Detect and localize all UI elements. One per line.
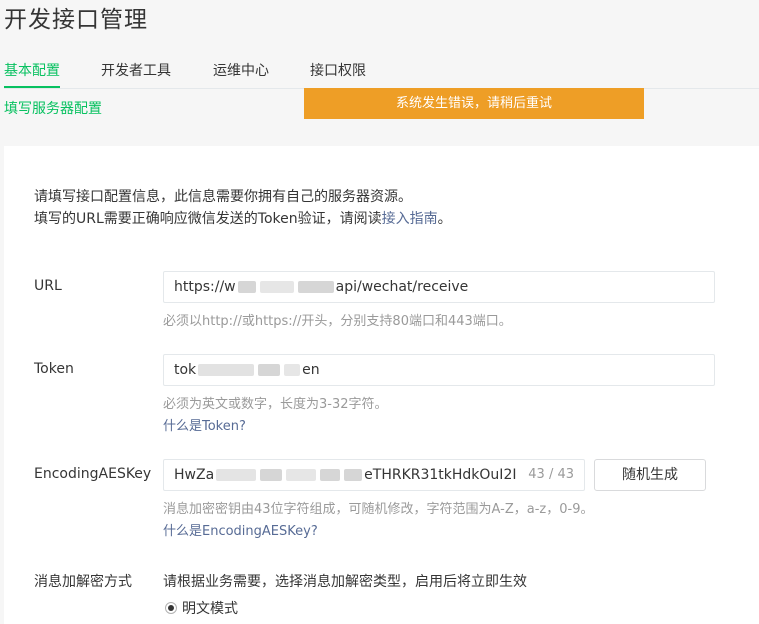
redacted-mark <box>216 469 257 481</box>
access-guide-link[interactable]: 接入指南 <box>382 211 438 227</box>
url-value-start: https://w <box>174 279 236 295</box>
intro-line-2: 填写的URL需要正确响应微信发送的Token验证，请阅读接入指南。 <box>34 208 452 230</box>
redacted-mark <box>258 364 281 376</box>
config-card: 请填写接口配置信息，此信息需要你拥有自己的服务器资源。 填写的URL需要正确响应… <box>4 146 759 624</box>
redacted-mark <box>297 281 334 293</box>
redacted-mark <box>320 469 341 481</box>
token-value-start: tok <box>174 362 197 378</box>
token-input[interactable]: tok en <box>163 354 715 386</box>
url-value-end: api/wechat/receive <box>335 279 469 295</box>
redacted-mark <box>198 364 255 376</box>
token-value-end: en <box>302 362 320 378</box>
random-generate-button[interactable]: 随机生成 <box>594 459 706 491</box>
aes-key-input[interactable]: HwZa eTHRKR31tkHdkOuI2I 43 / 43 <box>163 459 585 491</box>
redacted-mark <box>344 469 363 481</box>
what-is-token-link[interactable]: 什么是Token? <box>163 415 246 434</box>
intro-line-1: 请填写接口配置信息，此信息需要你拥有自己的服务器资源。 <box>34 189 412 205</box>
tab-api-permissions[interactable]: 接口权限 <box>310 60 366 86</box>
tab-basic-config[interactable]: 基本配置 <box>4 60 60 88</box>
redacted-mark <box>286 469 317 481</box>
redacted-mark <box>259 281 294 293</box>
error-toast: 系统发生错误，请稍后重试 <box>304 88 644 119</box>
tab-bar: 基本配置 开发者工具 运维中心 接口权限 <box>4 58 759 89</box>
redacted-mark <box>260 469 283 481</box>
encryption-mode-label: 消息加解密方式 <box>34 574 132 590</box>
token-label: Token <box>34 361 74 377</box>
redacted-mark <box>237 281 256 293</box>
aes-key-hint: 消息加密密钥由43位字符组成，可随机修改，字符范围为A-Z，a-z，0-9。 <box>163 502 594 517</box>
page-title: 开发接口管理 <box>4 7 148 33</box>
aes-key-char-counter: 43 / 43 <box>522 460 574 490</box>
what-is-aes-key-link[interactable]: 什么是EncodingAESKey? <box>163 520 318 539</box>
tab-ops-center[interactable]: 运维中心 <box>213 60 269 86</box>
radio-selected-icon[interactable] <box>165 602 177 614</box>
plaintext-mode-label: 明文模式 <box>182 601 238 617</box>
intro-text: 请填写接口配置信息，此信息需要你拥有自己的服务器资源。 填写的URL需要正确响应… <box>34 186 452 230</box>
aes-key-value-end: eTHRKR31tkHdkOuI2I <box>364 467 517 483</box>
url-label: URL <box>34 278 62 294</box>
redacted-mark <box>284 364 301 376</box>
aes-key-label: EncodingAESKey <box>34 466 152 482</box>
url-hint: 必须以http://或https://开头，分别支持80端口和443端口。 <box>163 314 512 329</box>
url-input[interactable]: https://w api/wechat/receive <box>163 271 715 303</box>
plaintext-mode-option[interactable]: 明文模式 <box>165 598 238 618</box>
section-title: 填写服务器配置 <box>4 101 102 117</box>
encryption-mode-description: 请根据业务需要，选择消息加解密类型，启用后将立即生效 <box>163 574 527 590</box>
token-hint: 必须为英文或数字，长度为3-32字符。 <box>163 397 388 412</box>
intro-line-2-suffix: 。 <box>437 211 452 227</box>
intro-line-2-prefix: 填写的URL需要正确响应微信发送的Token验证，请阅读 <box>34 211 382 227</box>
tab-developer-tools[interactable]: 开发者工具 <box>101 60 171 86</box>
aes-key-value-start: HwZa <box>174 467 215 483</box>
